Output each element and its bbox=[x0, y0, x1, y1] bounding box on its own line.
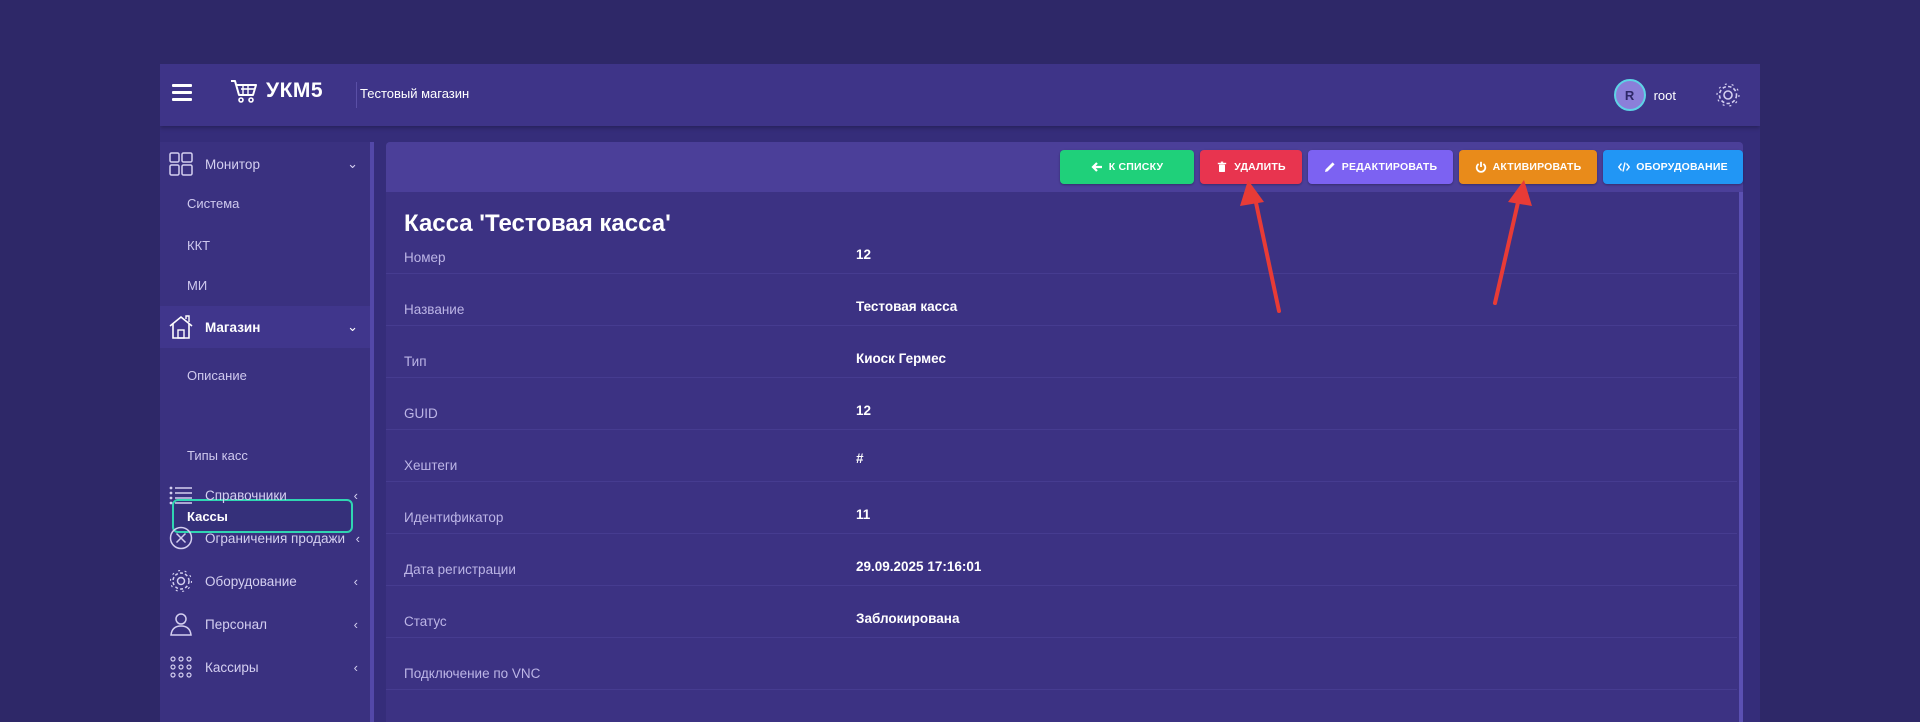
detail-value: Киоск Гермес bbox=[856, 351, 946, 366]
chevron-left-icon: ‹ bbox=[353, 487, 358, 503]
detail-label: Хештеги bbox=[404, 458, 458, 473]
dashboard-icon bbox=[169, 152, 193, 176]
detail-row: Дата регистрации 29.09.2025 17:16:01 bbox=[386, 534, 1737, 586]
sidebar-item-cashiers[interactable]: Кассиры ‹ bbox=[160, 647, 370, 687]
detail-label: Статус bbox=[404, 614, 447, 629]
equipment-label: ОБОРУДОВАНИЕ bbox=[1636, 161, 1728, 173]
user-name: root bbox=[1653, 87, 1676, 103]
sidebar-label-shop: Магазин bbox=[205, 319, 261, 335]
detail-row: Тип Киоск Гермес bbox=[386, 326, 1737, 378]
logo-text: УКМ5 bbox=[266, 79, 324, 102]
avatar: R bbox=[1613, 79, 1646, 111]
sidebar-item-staff[interactable]: Персонал ‹ bbox=[160, 604, 370, 644]
sidebar-item-restrictions[interactable]: Ограничения продажи ‹ bbox=[160, 518, 370, 558]
detail-label: Номер bbox=[404, 250, 446, 265]
sidebar-label-cashiers: Кассиры bbox=[205, 659, 259, 675]
sidebar-label-references: Справочники bbox=[205, 487, 287, 503]
activate-label: АКТИВИРОВАТЬ bbox=[1492, 161, 1582, 173]
detail-row: Подключение по VNC bbox=[386, 638, 1737, 690]
sidebar-item-monitor[interactable]: Монитор ⌄ bbox=[160, 144, 370, 184]
header-divider bbox=[356, 82, 357, 108]
chevron-left-icon: ‹ bbox=[355, 530, 360, 546]
app-logo[interactable]: УКМ5 bbox=[230, 78, 323, 104]
arrow-left-icon bbox=[1091, 162, 1102, 172]
sidebar-label-restrictions: Ограничения продажи bbox=[205, 530, 346, 546]
detail-value: # bbox=[856, 451, 864, 466]
chevron-left-icon: ‹ bbox=[353, 616, 358, 632]
main-panel: К СПИСКУ УДАЛИТЬ РЕДАКТИРОВАТЬ АКТИВИРОВ… bbox=[386, 142, 1743, 722]
detail-label: Дата регистрации bbox=[404, 562, 516, 577]
grid-dots-icon bbox=[170, 656, 192, 678]
shop-name: Тестовый магазин bbox=[360, 86, 470, 101]
detail-label: Тип bbox=[404, 354, 427, 369]
chevron-left-icon: ‹ bbox=[353, 659, 358, 675]
user-menu[interactable]: R root bbox=[1613, 79, 1676, 111]
detail-row: Название Тестовая касса bbox=[386, 274, 1737, 326]
content-scrollbar[interactable] bbox=[1739, 192, 1743, 722]
detail-row: Статус Заблокирована bbox=[386, 586, 1737, 638]
edit-button[interactable]: РЕДАКТИРОВАТЬ bbox=[1308, 150, 1453, 184]
detail-value: Тестовая касса bbox=[856, 299, 958, 314]
activate-button[interactable]: АКТИВИРОВАТЬ bbox=[1459, 150, 1597, 184]
settings-gear-icon[interactable] bbox=[1714, 81, 1742, 109]
page-title: Касса 'Тестовая касса' bbox=[404, 210, 671, 237]
cart-icon bbox=[231, 80, 257, 103]
home-icon bbox=[169, 315, 193, 339]
back-to-list-button[interactable]: К СПИСКУ bbox=[1060, 150, 1194, 184]
action-toolbar: К СПИСКУ УДАЛИТЬ РЕДАКТИРОВАТЬ АКТИВИРОВ… bbox=[386, 142, 1743, 192]
power-icon bbox=[1475, 161, 1486, 173]
sidebar-subitem-description[interactable]: Описание bbox=[187, 368, 247, 383]
detail-value: 29.09.2025 17:16:01 bbox=[856, 559, 982, 574]
edit-label: РЕДАКТИРОВАТЬ bbox=[1341, 161, 1438, 173]
equipment-button[interactable]: ОБОРУДОВАНИЕ bbox=[1603, 150, 1743, 184]
detail-label: Подключение по VNC bbox=[404, 666, 541, 681]
menu-toggle-icon[interactable] bbox=[172, 84, 192, 104]
detail-row-partial bbox=[386, 690, 1737, 722]
person-icon bbox=[170, 613, 192, 636]
sidebar-subitem-register-types[interactable]: Типы касс bbox=[187, 448, 248, 463]
app-window: УКМ5 Тестовый магазин R root Монитор ⌄ С… bbox=[160, 64, 1760, 722]
detail-row: GUID 12 bbox=[386, 378, 1737, 430]
code-icon bbox=[1618, 162, 1631, 172]
detail-value: 11 bbox=[856, 507, 871, 522]
sidebar-label-staff: Персонал bbox=[205, 616, 267, 632]
sidebar-item-equipment[interactable]: Оборудование ‹ bbox=[160, 561, 370, 601]
top-header: УКМ5 Тестовый магазин R root bbox=[160, 64, 1760, 126]
sidebar-label-monitor: Монитор bbox=[205, 156, 260, 172]
circle-x-icon bbox=[169, 526, 193, 550]
delete-button[interactable]: УДАЛИТЬ bbox=[1200, 150, 1302, 184]
trash-icon bbox=[1218, 161, 1227, 172]
chevron-down-icon: ⌄ bbox=[347, 156, 358, 171]
detail-label: Название bbox=[404, 302, 465, 317]
detail-row: Хештеги # bbox=[386, 430, 1737, 482]
detail-value: 12 bbox=[856, 403, 872, 418]
chevron-down-icon: ⌄ bbox=[347, 319, 358, 334]
sidebar-subitem-system[interactable]: Система bbox=[187, 196, 239, 211]
list-icon bbox=[169, 486, 192, 505]
sidebar-item-references[interactable]: Справочники ‹ bbox=[160, 475, 370, 515]
detail-label: Идентификатор bbox=[404, 510, 504, 525]
delete-label: УДАЛИТЬ bbox=[1234, 161, 1286, 173]
back-to-list-label: К СПИСКУ bbox=[1108, 161, 1164, 173]
detail-row: Номер 12 bbox=[386, 238, 1737, 274]
sidebar-label-equipment: Оборудование bbox=[205, 573, 297, 589]
detail-value: 12 bbox=[856, 247, 872, 262]
sidebar-subitem-kkt[interactable]: ККТ bbox=[187, 238, 210, 253]
detail-value: Заблокирована bbox=[856, 611, 960, 626]
detail-label: GUID bbox=[404, 406, 438, 421]
chevron-left-icon: ‹ bbox=[353, 573, 358, 589]
sidebar-item-shop[interactable]: Магазин ⌄ bbox=[160, 306, 370, 348]
sidebar-rail bbox=[370, 142, 374, 722]
pencil-icon bbox=[1324, 162, 1335, 172]
gear-icon bbox=[169, 569, 193, 593]
sidebar-subitem-mi[interactable]: МИ bbox=[187, 278, 207, 293]
sidebar: Монитор ⌄ Система ККТ МИ Магазин ⌄ Описа… bbox=[160, 142, 370, 722]
detail-row: Идентификатор 11 bbox=[386, 482, 1737, 534]
